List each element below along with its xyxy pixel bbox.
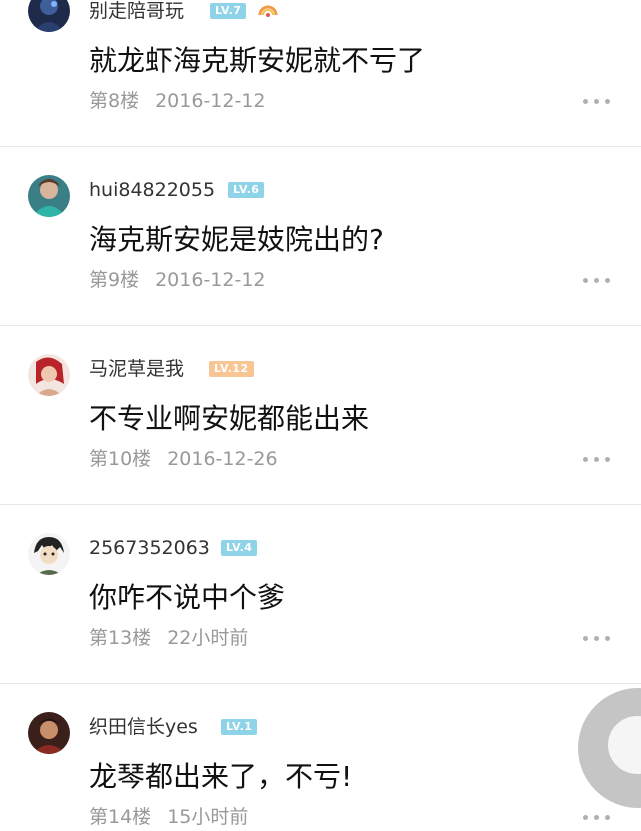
comment-content: 你咋不说中个爹 xyxy=(89,581,286,614)
username[interactable]: 2567352063 xyxy=(89,536,210,560)
level-badge: LV.1 xyxy=(221,719,258,735)
floor-number: 第10楼 xyxy=(89,448,152,470)
post-time: 22小时前 xyxy=(167,627,249,649)
floor-number: 第13楼 xyxy=(89,627,152,649)
username[interactable]: 马泥草是我 xyxy=(89,357,184,381)
more-button[interactable] xyxy=(583,94,611,108)
comment-content: 海克斯安妮是妓院出的? xyxy=(89,223,384,256)
floor-number: 第8楼 xyxy=(89,90,140,112)
level-badge: LV.4 xyxy=(221,540,258,556)
more-button[interactable] xyxy=(583,631,611,645)
post-time: 2016-12-12 xyxy=(155,269,266,291)
comment-meta: 第10楼 2016-12-26 xyxy=(89,447,278,471)
comment-item: hui84822055 LV.6 海克斯安妮是妓院出的? 第9楼 2016-12-… xyxy=(0,147,641,326)
floor-number: 第14楼 xyxy=(89,806,152,828)
more-button[interactable] xyxy=(583,273,611,287)
floor-number: 第9楼 xyxy=(89,269,140,291)
comment-content: 就龙虾海克斯安妮就不亏了 xyxy=(89,44,426,77)
rainbow-icon xyxy=(258,5,278,17)
avatar[interactable] xyxy=(28,175,70,217)
level-badge: LV.6 xyxy=(228,182,265,198)
more-button[interactable] xyxy=(583,810,611,824)
comment-item: 织田信长yes LV.1 龙琴都出来了，不亏! 第14楼 15小时前 xyxy=(0,684,641,831)
comment-feed: 别走陪哥玩 LV.7 就龙虾海克斯安妮就不亏了 第8楼 2016-12-12 hu… xyxy=(0,0,641,831)
username[interactable]: hui84822055 xyxy=(89,178,215,202)
comment-meta: 第13楼 22小时前 xyxy=(89,626,248,650)
post-time: 2016-12-12 xyxy=(155,90,266,112)
comment-item: 马泥草是我 LV.12 不专业啊安妮都能出来 第10楼 2016-12-26 xyxy=(0,326,641,505)
level-badge: LV.12 xyxy=(209,361,254,377)
comment-item: 别走陪哥玩 LV.7 就龙虾海克斯安妮就不亏了 第8楼 2016-12-12 xyxy=(0,0,641,147)
post-time: 2016-12-26 xyxy=(167,448,278,470)
username[interactable]: 织田信长yes xyxy=(89,715,198,739)
circle-icon xyxy=(608,716,641,774)
avatar[interactable] xyxy=(28,712,70,754)
level-badge: LV.7 xyxy=(210,3,247,19)
comment-item: 2567352063 LV.4 你咋不说中个爹 第13楼 22小时前 xyxy=(0,505,641,684)
more-button[interactable] xyxy=(583,452,611,466)
comment-meta: 第9楼 2016-12-12 xyxy=(89,268,266,292)
comment-content: 龙琴都出来了，不亏! xyxy=(89,760,353,793)
comment-meta: 第8楼 2016-12-12 xyxy=(89,89,266,113)
comment-meta: 第14楼 15小时前 xyxy=(89,805,248,829)
username[interactable]: 别走陪哥玩 xyxy=(89,0,184,23)
avatar[interactable] xyxy=(28,533,70,575)
post-time: 15小时前 xyxy=(167,806,249,828)
avatar[interactable] xyxy=(28,354,70,396)
comment-content: 不专业啊安妮都能出来 xyxy=(89,402,370,435)
avatar[interactable] xyxy=(28,0,70,32)
